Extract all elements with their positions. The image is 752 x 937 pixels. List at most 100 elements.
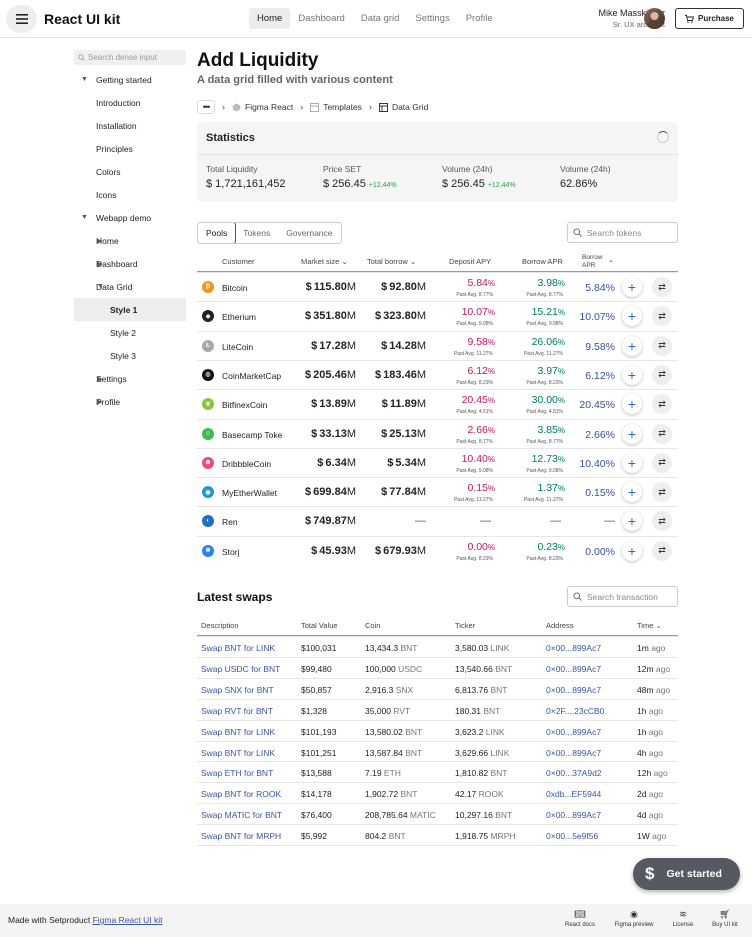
get-started-button[interactable]: $ Get started (633, 858, 740, 890)
add-button[interactable]: + (622, 540, 642, 561)
sidebar-item-installation[interactable]: Installation (74, 114, 186, 137)
nav-profile[interactable]: Profile (458, 8, 501, 29)
sidebar-item-introduction[interactable]: Introduction (74, 91, 186, 114)
sidebar-search-input[interactable]: Search dense input (74, 50, 186, 65)
add-button[interactable]: + (622, 511, 642, 532)
stat-total-liquidity: Total Liquidity $ 1,721,161,452 (206, 164, 286, 190)
breadcrumb-figma-react[interactable]: Figma React (232, 102, 293, 112)
address-link[interactable]: 0×00...899Ac7 (546, 727, 601, 737)
tab-governance[interactable]: Governance (278, 223, 340, 243)
swap-arrows-icon[interactable]: ⇄ (652, 306, 672, 327)
address-link[interactable]: 0×2F....23cCB0 (546, 706, 604, 716)
add-button[interactable]: + (622, 452, 642, 473)
add-button[interactable]: + (622, 394, 642, 415)
footer-figma-preview[interactable]: ◉ Figma preview (610, 909, 658, 928)
search-tokens-input[interactable]: Search tokens (567, 222, 678, 243)
address-link[interactable]: 0×00...37A9d2 (546, 768, 602, 778)
purchase-button[interactable]: Purchase (675, 8, 744, 29)
swap-arrows-icon[interactable]: ⇄ (652, 423, 672, 444)
avatar[interactable] (644, 8, 665, 29)
past-label: Past Avg. (523, 497, 545, 504)
footer-license[interactable]: ≋ License (668, 909, 698, 928)
column-description[interactable]: Description (201, 621, 239, 630)
menu-button[interactable] (6, 5, 37, 33)
past-value: 9.08 (478, 321, 489, 328)
column-address[interactable]: Address (546, 621, 574, 630)
column-customer[interactable]: Customer (222, 257, 255, 266)
swap-description-link[interactable]: Swap BNT for LINK (201, 748, 275, 758)
swap-description-link[interactable]: Swap USDC for BNT (201, 664, 280, 674)
swap-arrows-icon[interactable]: ⇄ (652, 511, 672, 532)
breadcrumb-more-button[interactable]: ••• (197, 100, 215, 114)
column-total-value[interactable]: Total Value (301, 621, 338, 630)
swap-arrows-icon[interactable]: ⇄ (652, 364, 672, 385)
address-link[interactable]: 0×00...899Ac7 (546, 685, 601, 695)
swap-arrows-icon[interactable]: ⇄ (652, 452, 672, 473)
add-button[interactable]: + (622, 335, 642, 356)
swap-arrows-icon[interactable]: ⇄ (652, 335, 672, 356)
swap-description-link[interactable]: Swap BNT for LINK (201, 727, 275, 737)
amount: 749.87 (313, 515, 347, 528)
sidebar-item-webapp-demo[interactable]: ▼ Webapp demo (74, 206, 186, 229)
footer-react-docs[interactable]: 📖︎ React docs (562, 909, 598, 928)
swap-description-link[interactable]: Swap ETH for BNT (201, 768, 273, 778)
swap-arrows-icon[interactable]: ⇄ (652, 394, 672, 415)
past-value: 8.77 (548, 292, 559, 298)
sidebar-item-colors[interactable]: Colors (74, 160, 186, 183)
sidebar-item-principles[interactable]: Principles (74, 137, 186, 160)
column-time[interactable]: Time ⌄ (637, 621, 662, 630)
money-value: $25.13M (381, 428, 426, 440)
swap-description-link[interactable]: Swap BNT for ROOK (201, 789, 281, 799)
add-button[interactable]: + (622, 364, 642, 385)
add-button[interactable]: + (622, 277, 642, 297)
search-transaction-input[interactable]: Search transaction (567, 586, 678, 607)
address-link[interactable]: 0×00...899Ac7 (546, 664, 601, 674)
swap-arrows-icon[interactable]: ⇄ (652, 277, 672, 297)
tab-pools[interactable]: Pools (197, 223, 237, 243)
sidebar-item-getting-started[interactable]: ▼ Getting started (74, 68, 186, 91)
sidebar-item-style-1[interactable]: Style 1 (74, 298, 186, 321)
nav-data-grid[interactable]: Data grid (353, 8, 408, 29)
sidebar-item-home[interactable]: ▶ Home (74, 229, 186, 252)
sidebar-item-settings[interactable]: ▶ Settings (74, 367, 186, 390)
add-button[interactable]: + (622, 423, 642, 444)
sidebar-item-icons[interactable]: Icons (74, 183, 186, 206)
amount-suffix: M (416, 368, 426, 381)
address-link[interactable]: 0xdb...EF5944 (546, 789, 601, 799)
swap-arrows-icon[interactable]: ⇄ (652, 540, 672, 561)
sidebar-item-profile[interactable]: ▶ Profile (74, 390, 186, 413)
column-borrow-apr-2[interactable]: Borrow APR ⌄ (582, 254, 614, 270)
swap-description-link[interactable]: Swap BNT for LINK (201, 643, 275, 653)
swap-description-link[interactable]: Swap SNX for BNT (201, 685, 274, 695)
address-link[interactable]: 0×00...5e9f56 (546, 831, 598, 841)
column-ticker[interactable]: Ticker (455, 621, 475, 630)
sidebar-item-style-3[interactable]: Style 3 (74, 344, 186, 367)
coin-name: BitfinexCoin (222, 400, 268, 411)
footer-kit-link[interactable]: Figma React UI kit (93, 915, 163, 925)
footer-buy-ui-kit[interactable]: 🛒︎ Buy UI kit (706, 909, 744, 928)
percent-sign: % (605, 399, 615, 412)
sidebar-item-style-2[interactable]: Style 2 (74, 321, 186, 344)
tab-tokens[interactable]: Tokens (235, 223, 278, 243)
column-coin[interactable]: Coin (365, 621, 380, 630)
swap-description-link[interactable]: Swap BNT for MRPH (201, 831, 281, 841)
percent-number: 0.00 (585, 545, 606, 558)
add-button[interactable]: + (622, 306, 642, 327)
column-borrow-apr[interactable]: Borrow APR (522, 257, 563, 266)
column-market-size[interactable]: Market size ⌄ (301, 257, 348, 266)
nav-dashboard[interactable]: Dashboard (290, 8, 352, 29)
swap-description-link[interactable]: Swap MATIC for BNT (201, 810, 282, 820)
nav-settings[interactable]: Settings (407, 8, 457, 29)
sidebar-item-dashboard[interactable]: ▶ Dashboard (74, 252, 186, 275)
address-link[interactable]: 0×00...899Ac7 (546, 643, 601, 653)
add-button[interactable]: + (622, 482, 642, 503)
nav-home[interactable]: Home (249, 8, 291, 29)
address-link[interactable]: 0×00...899Ac7 (546, 748, 601, 758)
column-deposit-apy[interactable]: Deposit APY (449, 257, 491, 266)
sidebar-item-data-grid[interactable]: ▼ Data Grid (74, 275, 186, 298)
breadcrumb-templates[interactable]: Templates (310, 102, 362, 112)
swap-description-link[interactable]: Swap RVT for BNT (201, 706, 273, 716)
swap-arrows-icon[interactable]: ⇄ (652, 482, 672, 503)
column-total-borrow[interactable]: Total borrow ⌄ (367, 257, 416, 266)
address-link[interactable]: 0×00...899Ac7 (546, 810, 601, 820)
